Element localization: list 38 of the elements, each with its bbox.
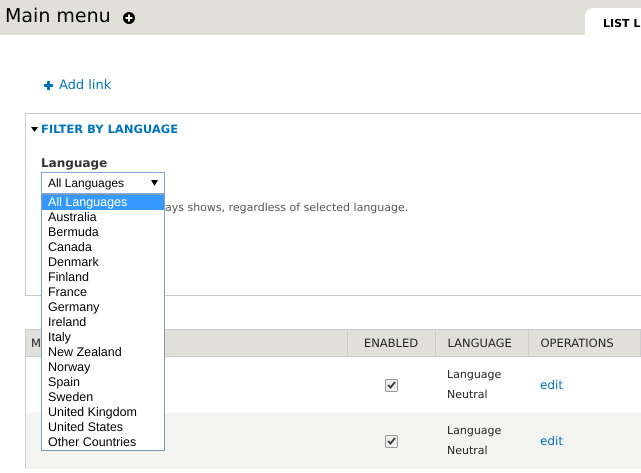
enabled-checkbox[interactable] bbox=[384, 378, 398, 392]
dropdown-option[interactable]: Ireland bbox=[42, 315, 164, 330]
dropdown-option[interactable]: Sweden bbox=[42, 390, 164, 405]
dropdown-option[interactable]: Spain bbox=[42, 375, 164, 390]
filter-toggle[interactable]: FILTER BY LANGUAGE bbox=[31, 122, 178, 136]
dropdown-option[interactable]: Other Countries bbox=[42, 435, 164, 450]
language-text: Neutral bbox=[447, 443, 489, 459]
column-header: ENABLED bbox=[347, 330, 435, 356]
language-select[interactable]: All Languages bbox=[41, 172, 165, 194]
dropdown-option[interactable]: Denmark bbox=[42, 255, 164, 270]
plus-icon bbox=[44, 81, 53, 90]
column-header: OPERATIONS bbox=[528, 330, 640, 356]
dropdown-option[interactable]: Australia bbox=[42, 210, 164, 225]
edit-link[interactable]: edit bbox=[540, 378, 564, 392]
dropdown-option[interactable]: United Kingdom bbox=[42, 405, 164, 420]
dropdown-option[interactable]: Italy bbox=[42, 330, 164, 345]
dropdown-option[interactable]: Norway bbox=[42, 360, 164, 375]
language-text: Neutral bbox=[447, 387, 489, 403]
dropdown-option[interactable]: United States bbox=[42, 420, 164, 435]
dropdown-option[interactable]: Finland bbox=[42, 270, 164, 285]
caret-icon bbox=[31, 126, 38, 132]
dropdown-option[interactable]: Germany bbox=[42, 300, 164, 315]
page-title: Main menu bbox=[4, 5, 111, 29]
caret-icon bbox=[151, 180, 158, 186]
dropdown-option[interactable]: France bbox=[42, 285, 164, 300]
enabled-checkbox[interactable] bbox=[384, 434, 398, 448]
field-label: Language bbox=[41, 156, 108, 170]
field-description: ays shows, regardless of selected language. bbox=[165, 201, 408, 214]
dropdown-option[interactable]: New Zealand bbox=[42, 345, 164, 360]
column-header: LANGUAGE bbox=[435, 330, 528, 356]
dropdown-option[interactable]: Bermuda bbox=[42, 225, 164, 240]
language-text: Language bbox=[447, 423, 502, 439]
dropdown-option[interactable]: Canada bbox=[42, 240, 164, 255]
tab[interactable]: LIST L bbox=[585, 8, 641, 35]
language-text: Language bbox=[447, 367, 502, 383]
edit-link[interactable]: edit bbox=[540, 434, 564, 448]
add-link[interactable]: Add link bbox=[44, 78, 112, 93]
add-shortcut-icon[interactable] bbox=[122, 12, 135, 24]
